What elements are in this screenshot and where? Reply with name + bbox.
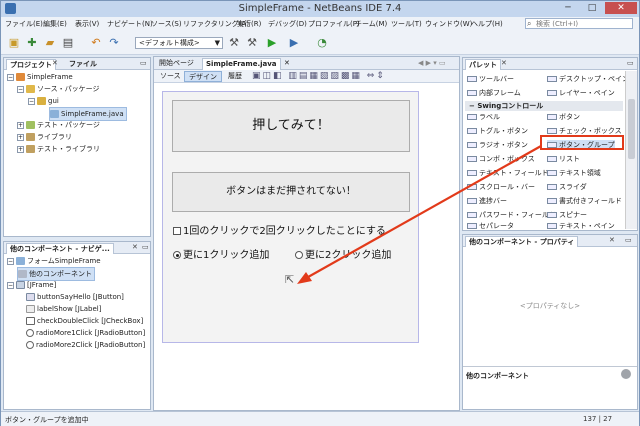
drop-cursor-icon: ⇱ — [285, 273, 295, 286]
drag-arrow-head — [297, 272, 312, 284]
drag-arrow — [297, 145, 542, 284]
drag-arrow-line — [300, 145, 542, 282]
ide-window: SimpleFrame - NetBeans IDE 7.4 ─ □ ✕ ファイ… — [0, 0, 640, 426]
